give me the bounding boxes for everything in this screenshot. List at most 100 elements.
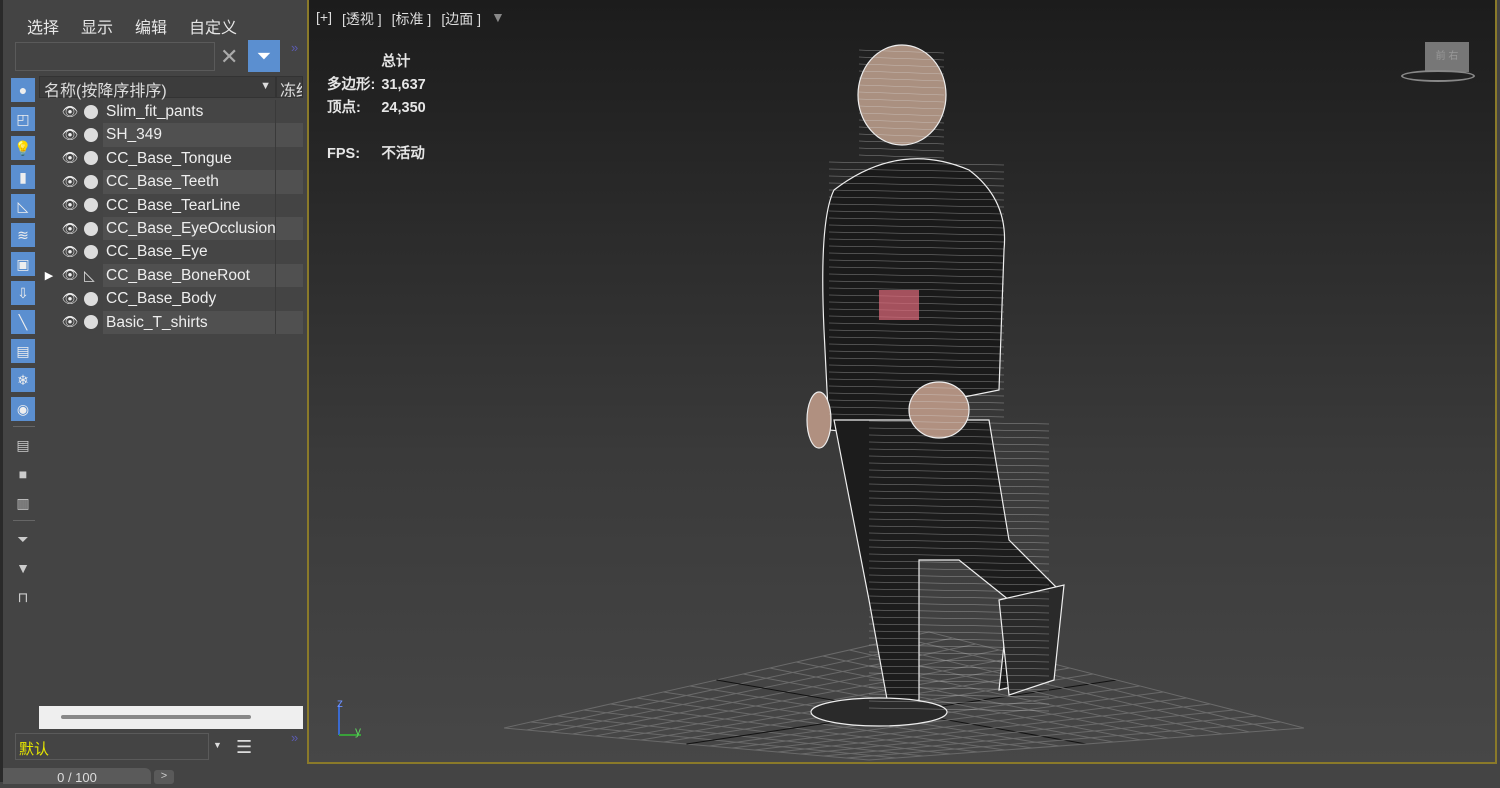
expand-chevron-icon[interactable]: » (291, 40, 298, 55)
freeze-cell[interactable] (276, 147, 303, 170)
list-item[interactable]: 👁 CC_Base_Teeth (39, 170, 303, 194)
filter-toggle-button[interactable]: ⏷ (248, 40, 280, 72)
list-item[interactable]: 👁 CC_Base_TearLine (39, 193, 303, 217)
hidden-filter-icon[interactable]: ◉ (11, 397, 35, 421)
visibility-eye-icon[interactable]: 👁 (59, 104, 81, 120)
scene-render (338, 44, 1305, 761)
mesh-line (858, 154, 945, 159)
freeze-cell[interactable] (276, 263, 303, 288)
object-name[interactable]: CC_Base_Body (103, 287, 276, 311)
shapes-filter-icon[interactable]: ◰ (11, 107, 35, 131)
lights-filter-icon[interactable]: 💡 (11, 136, 35, 160)
viewport-labels: [+] [透视 ] [标准 ] [边面 ] ▼ (316, 9, 505, 29)
object-name[interactable]: CC_Base_Eye (103, 240, 276, 264)
horizontal-scrollbar[interactable] (39, 706, 303, 729)
visibility-eye-icon[interactable]: 👁 (59, 150, 81, 166)
visibility-eye-icon[interactable]: 👁 (59, 221, 81, 237)
freeze-cell[interactable] (276, 100, 303, 123)
freeze-column-header[interactable]: 冻结 (276, 76, 303, 98)
bone-icon: ◺ (84, 266, 95, 283)
container-icon[interactable]: ⊓ (11, 585, 35, 609)
list-item[interactable]: 👁 SH_349 (39, 123, 303, 147)
filter-settings-icon[interactable]: ⏷ (11, 527, 35, 551)
name-column-header[interactable]: 名称(按降序排序) ▼ (39, 76, 276, 100)
list-item[interactable]: 👁 CC_Base_EyeOcclusion (39, 216, 303, 241)
freeze-cell[interactable] (276, 287, 303, 310)
geometry-icon (84, 221, 98, 236)
search-input[interactable] (15, 42, 215, 71)
object-name[interactable]: Slim_fit_pants (103, 100, 276, 124)
chevron-down-icon[interactable]: ▼ (213, 740, 222, 750)
visibility-eye-icon[interactable]: 👁 (59, 314, 81, 330)
layers-icon[interactable]: ☰ (236, 737, 252, 758)
character-wireframe (806, 44, 1065, 727)
frozen-filter-icon[interactable]: ❄ (11, 368, 35, 392)
menu-customize[interactable]: 自定义 (189, 14, 237, 38)
freeze-cell[interactable] (276, 240, 303, 263)
viewport-menu-plus[interactable]: [+] (316, 9, 332, 29)
sort-arrow-icon[interactable]: ▼ (260, 80, 271, 92)
geometry-filter-icon[interactable]: ● (11, 78, 35, 102)
object-name[interactable]: CC_Base_EyeOcclusion (103, 216, 276, 241)
display-all-icon[interactable]: ▤ (11, 433, 35, 457)
filter-toolbar: ● ◰ 💡 ▮ ◺ ≋ ▣ ⇩ ╲ ▤ ❄ ◉ ▤ ■ ▥ ⏷ ▼ ⊓ (11, 78, 37, 614)
menu-edit[interactable]: 编辑 (135, 14, 167, 38)
viewport-shading-label[interactable]: [边面 ] (441, 9, 481, 29)
containers-filter-icon[interactable]: ▤ (11, 339, 35, 363)
visibility-eye-icon[interactable]: 👁 (59, 291, 81, 307)
object-name[interactable]: CC_Base_Teeth (103, 170, 276, 194)
cameras-filter-icon[interactable]: ▮ (11, 165, 35, 189)
visibility-eye-icon[interactable]: 👁 (59, 267, 81, 283)
viewcube-compass-ring[interactable] (1401, 70, 1475, 82)
xrefs-filter-icon[interactable]: ⇩ (11, 281, 35, 305)
vertex-count: 24,350 (381, 100, 426, 116)
menu-display[interactable]: 显示 (81, 14, 113, 38)
visibility-eye-icon[interactable]: 👁 (59, 174, 81, 190)
helpers-filter-icon[interactable]: ◺ (11, 194, 35, 218)
freeze-cell[interactable] (276, 194, 303, 217)
invert-display-icon[interactable]: ▥ (11, 491, 35, 515)
stats-header: 总计 (381, 54, 411, 70)
object-name[interactable]: CC_Base_Tongue (103, 146, 276, 171)
scrollbar-thumb[interactable] (61, 715, 251, 719)
geometry-icon (84, 128, 98, 143)
freeze-cell[interactable] (276, 170, 303, 194)
spacewarps-filter-icon[interactable]: ≋ (11, 223, 35, 247)
object-name[interactable]: SH_349 (103, 123, 276, 147)
list-item[interactable]: 👁 CC_Base_Body (39, 287, 303, 311)
object-name[interactable]: CC_Base_BoneRoot (103, 263, 276, 288)
groups-filter-icon[interactable]: ▣ (11, 252, 35, 276)
viewport-pov-label[interactable]: [透视 ] (342, 9, 382, 29)
viewport-standard-label[interactable]: [标准 ] (392, 9, 432, 29)
mesh-line (858, 147, 945, 152)
geometry-icon (84, 291, 98, 306)
layer-dropdown[interactable]: 默认 (15, 733, 209, 760)
filter-icon[interactable]: ▼ (11, 556, 35, 580)
perspective-viewport[interactable]: z y [+] [透视 ] [标准 ] [边面 ] ▼ 总计 多边形: 31,63… (307, 0, 1497, 764)
visibility-eye-icon[interactable]: 👁 (59, 127, 81, 143)
visibility-eye-icon[interactable]: 👁 (59, 197, 81, 213)
display-none-icon[interactable]: ■ (11, 462, 35, 486)
freeze-cell[interactable] (276, 310, 303, 334)
freeze-cell[interactable] (276, 216, 303, 241)
object-name[interactable]: CC_Base_TearLine (103, 193, 276, 217)
geometry-icon (84, 245, 98, 260)
list-item[interactable]: 👁 Slim_fit_pants (39, 100, 303, 124)
bones-filter-icon[interactable]: ╲ (11, 310, 35, 334)
viewport-filter-icon[interactable]: ▼ (491, 9, 505, 29)
clear-search-icon[interactable]: ✕ (220, 44, 238, 70)
viewcube[interactable]: 前 右 (1425, 42, 1469, 72)
menu-select[interactable]: 选择 (27, 14, 59, 38)
object-name[interactable]: Basic_T_shirts (103, 310, 276, 334)
list-item[interactable]: 👁 CC_Base_Tongue (39, 146, 303, 171)
statistics-overlay: 总计 多边形: 31,637 顶点: 24,350 FPS: 不活动 (325, 50, 432, 167)
list-item[interactable]: ▶ 👁 ◺ CC_Base_BoneRoot (39, 263, 303, 288)
list-item[interactable]: 👁 Basic_T_shirts (39, 310, 303, 334)
polygon-label: 多边形: (327, 77, 376, 93)
vertex-label: 顶点: (327, 100, 361, 116)
expand-chevron-icon[interactable]: » (291, 730, 298, 745)
visibility-eye-icon[interactable]: 👁 (59, 244, 81, 260)
expand-arrow-icon[interactable]: ▶ (39, 269, 59, 282)
list-item[interactable]: 👁 CC_Base_Eye (39, 240, 303, 264)
freeze-cell[interactable] (276, 123, 303, 147)
